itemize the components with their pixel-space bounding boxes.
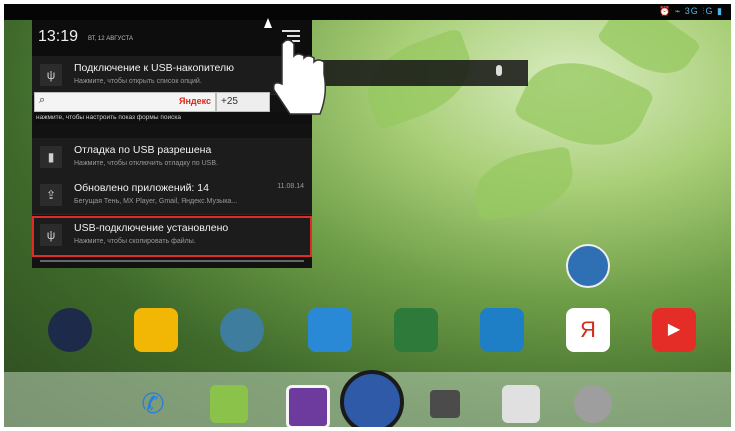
settings-icon[interactable] [574, 385, 612, 423]
notification-subtitle: Нажмите, чтобы скопировать файлы. [74, 238, 196, 245]
phone-icon[interactable]: ✆ [134, 385, 172, 423]
wallpaper-leaf [469, 145, 579, 223]
notification-time: 11.08.14 [277, 183, 304, 190]
search-icon: ⌕ [39, 94, 46, 106]
clock-time: 13:19 [38, 28, 79, 45]
usb-icon: ψ [40, 64, 62, 86]
notification-title: Обновлено приложений: 14 [74, 182, 209, 194]
notification-subtitle: Нажмите, чтобы отключить отладку по USB. [74, 160, 218, 167]
taxi-icon[interactable] [134, 308, 178, 352]
volume-icon[interactable] [308, 308, 352, 352]
search-brand: Яндекс [178, 96, 211, 106]
shade-drag-handle[interactable] [40, 260, 304, 262]
yandex-icon[interactable]: Я [566, 308, 610, 352]
yandex-search-field[interactable]: ⌕ Яндекс [34, 92, 216, 112]
es-explorer-icon[interactable] [480, 308, 524, 352]
notification-apps-updated[interactable]: ⇪ Обновлено приложений: 14 Бегущая Тень,… [32, 176, 312, 215]
speaker-icon[interactable] [48, 308, 92, 352]
notification-subtitle: Бегущая Тень, MX Player, Gmail, Яндекс.М… [74, 198, 238, 205]
sms-icon[interactable] [210, 385, 248, 423]
notification-title: Подключение к USB-накопителю [74, 62, 235, 74]
notification-usb-connected[interactable]: ψ USB-подключение установлено Нажмите, ч… [32, 216, 312, 257]
app-drawer-icon[interactable] [340, 370, 404, 427]
notification-title: Отладка по USB разрешена [74, 144, 212, 156]
notification-title: USB-подключение установлено [74, 222, 229, 234]
status-icons: ⏰ ⌁ 3G ⫶G ▮ [659, 6, 723, 16]
update-icon: ⇪ [40, 184, 62, 206]
device-screen: ⏰ ⌁ 3G ⫶G ▮ 13:19 ВТ, 12 АВГУСТА ψ Подкл… [4, 4, 731, 427]
usb-icon: ψ [40, 224, 62, 246]
microphone-icon[interactable] [496, 65, 502, 76]
play-store-icon[interactable] [502, 385, 540, 423]
clock-date: ВТ, 12 АВГУСТА [88, 36, 133, 42]
file-manager-icon[interactable] [394, 308, 438, 352]
notification-usb-debugging[interactable]: ▮ Отладка по USB разрешена Нажмите, чтоб… [32, 138, 312, 177]
swipe-hand-icon [264, 18, 327, 115]
status-bar[interactable]: ⏰ ⌁ 3G ⫶G ▮ [4, 4, 731, 20]
debug-icon: ▮ [40, 146, 62, 168]
search-widget-bar[interactable] [312, 60, 528, 86]
ufo-icon[interactable] [220, 308, 264, 352]
youtube-icon[interactable]: ▶ [652, 308, 696, 352]
notification-subtitle: Нажмите, чтобы открыть список опций. [74, 78, 202, 85]
gallery-icon[interactable] [286, 385, 330, 427]
game-app-icon[interactable] [566, 244, 610, 288]
camera-icon[interactable] [430, 390, 460, 418]
